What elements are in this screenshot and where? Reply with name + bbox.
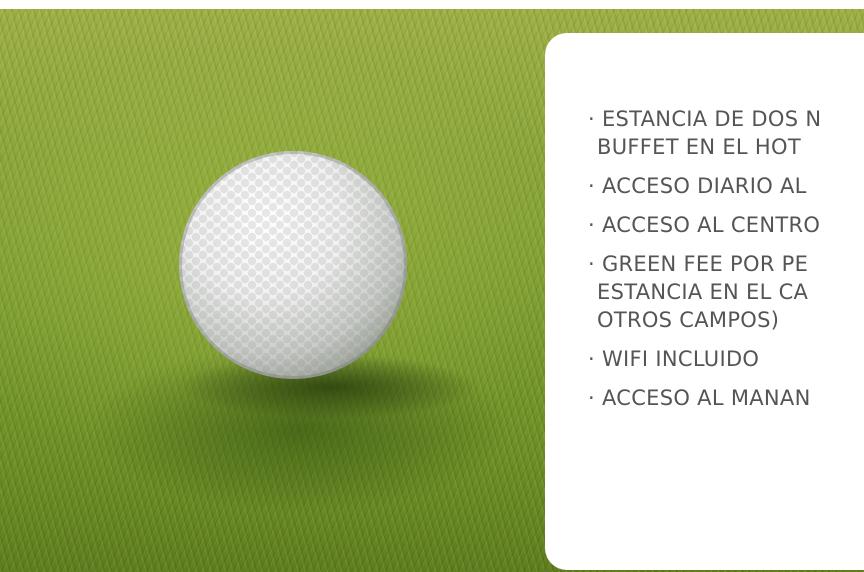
list-item: · ACCESO AL MANAN xyxy=(588,384,821,412)
list-item-line: · GREEN FEE POR PE xyxy=(588,252,809,276)
list-item: · ESTANCIA DE DOS N BUFFET EN EL HOT xyxy=(588,105,821,161)
list-item: · ACCESO DIARIO AL xyxy=(588,172,821,200)
list-item-line: · ACCESO DIARIO AL xyxy=(588,174,807,198)
amenities-list: · ESTANCIA DE DOS N BUFFET EN EL HOT · A… xyxy=(588,105,821,423)
page: · ESTANCIA DE DOS N BUFFET EN EL HOT · A… xyxy=(0,0,864,572)
list-item-line: · ESTANCIA DE DOS N xyxy=(588,107,822,131)
list-item-line: · ACCESO AL CENTRO xyxy=(588,213,821,237)
list-item: · WIFI INCLUIDO xyxy=(588,345,821,373)
list-item-line: · WIFI INCLUIDO xyxy=(588,347,760,371)
list-item-line: · ACCESO AL MANAN xyxy=(588,386,811,410)
list-item-line: OTROS CAMPOS) xyxy=(597,308,780,332)
list-item: · ACCESO AL CENTRO xyxy=(588,211,821,239)
list-item-line: ESTANCIA EN EL CA xyxy=(597,280,809,304)
list-item: · GREEN FEE POR PE ESTANCIA EN EL CA OTR… xyxy=(588,250,821,334)
list-item-line: BUFFET EN EL HOT xyxy=(597,135,801,159)
